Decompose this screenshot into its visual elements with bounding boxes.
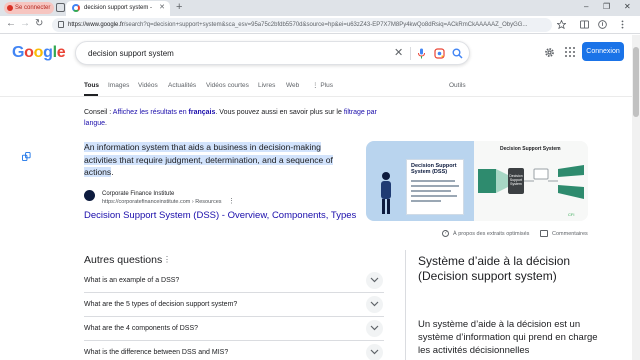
tab-videos[interactable]: Vidéos [138, 81, 158, 90]
image-info-card: Decision Support System (DSS) [406, 159, 464, 215]
search-box[interactable]: decision support system ✕ [75, 41, 470, 65]
site-info-icon[interactable] [58, 21, 64, 28]
chevron-down-icon[interactable] [366, 296, 383, 313]
paa-question[interactable]: What is an example of a DSS? [84, 269, 384, 293]
paa-question[interactable]: What is the difference between DSS and M… [84, 341, 384, 360]
search-divider [410, 47, 411, 60]
chevron-down-icon[interactable] [366, 320, 383, 337]
tab-short-videos[interactable]: Vidéos courtes [206, 81, 249, 90]
tab-all[interactable]: Tous [84, 81, 99, 90]
browser-tab[interactable]: decision support system - Recherche Goog… [66, 1, 170, 16]
reload-icon[interactable]: ↻ [35, 18, 43, 29]
feedback-link[interactable]: Commentaires [552, 230, 588, 238]
browser-toolbar: ← → ↻ https://www.google.fr/search?q=dec… [0, 16, 640, 34]
google-lens-icon[interactable] [434, 48, 445, 59]
maximize-icon[interactable]: ❐ [603, 2, 610, 11]
featured-answer: An information system that aids a busine… [84, 142, 333, 177]
login-button[interactable]: Connexion [582, 42, 624, 61]
result-title-link[interactable]: Decision Support System (DSS) - Overview… [84, 209, 356, 222]
tab-images[interactable]: Images [108, 81, 129, 90]
settings-gear-icon[interactable] [544, 47, 555, 58]
google-apps-icon[interactable] [565, 47, 575, 57]
about-snippets-link[interactable]: À propos des extraits optimisés [453, 230, 529, 238]
microphone-icon[interactable] [417, 48, 426, 59]
feedback-icon[interactable] [540, 230, 548, 237]
new-tab-icon[interactable]: + [176, 1, 182, 13]
featured-snippet-icon [22, 152, 31, 161]
paa-question[interactable]: What are the 4 components of DSS? [84, 317, 384, 341]
tab-more[interactable]: ⋮ Plus [312, 81, 333, 90]
about-icon[interactable]: ? [442, 230, 449, 237]
search-input[interactable]: decision support system [88, 48, 174, 59]
profile-alert-icon [7, 5, 13, 11]
back-icon[interactable]: ← [6, 18, 16, 29]
paa-menu-icon[interactable]: ⋮ [163, 254, 171, 266]
knowledge-panel-description: Un système d’aide à la décision est un s… [418, 319, 598, 356]
downloads-icon[interactable] [598, 20, 607, 29]
tab-web[interactable]: Web [286, 81, 299, 90]
page-scrollbar[interactable] [632, 35, 640, 360]
active-tab-indicator [84, 94, 98, 96]
page-viewport: Google decision support system ✕ Connexi… [0, 35, 640, 360]
profile-button[interactable]: Se connecter [4, 2, 55, 14]
browser-tab-bar: Se connecter decision support system - R… [0, 0, 640, 16]
person-illustration [381, 172, 391, 214]
source-name[interactable]: Corporate Finance Institute [102, 190, 174, 198]
dss-diagram [478, 165, 584, 199]
tab-title: decision support system - Recherche Goog… [84, 5, 154, 11]
image-right-panel: Decision Support System Decision Support… [474, 141, 588, 221]
search-tabs: Tous Images Vidéos Actualités Vidéos cou… [0, 77, 632, 97]
show-french-results-link[interactable]: Affichez les résultats en français [113, 109, 216, 116]
split-view-icon[interactable] [580, 20, 589, 29]
knowledge-panel-title: Système d’aide à la décision (Decision s… [418, 254, 571, 283]
tools-button[interactable]: Outils [449, 81, 466, 90]
bookmark-star-icon[interactable] [557, 20, 566, 29]
address-bar[interactable]: https://www.google.fr/search?q=decision+… [52, 18, 552, 32]
source-menu-icon[interactable]: ⋮ [228, 198, 235, 206]
tab-close-icon[interactable]: ✕ [159, 3, 165, 11]
image-brand: CFI [568, 212, 575, 217]
forward-icon[interactable]: → [20, 18, 30, 29]
chevron-down-icon[interactable] [366, 344, 383, 360]
google-logo[interactable]: Google [12, 44, 66, 62]
window-close-icon[interactable]: ✕ [624, 2, 631, 11]
chevron-down-icon[interactable] [366, 272, 383, 289]
browser-menu-icon[interactable] [618, 20, 627, 29]
knowledge-panel-divider [405, 250, 406, 360]
profile-label: Se connecter [15, 5, 51, 11]
dss-center-box: Decision Support System [508, 168, 524, 194]
featured-image[interactable]: Decision Support System (DSS) Decision S… [366, 141, 588, 221]
language-tip: Conseil : Affichez les résultats en fran… [84, 109, 377, 127]
tab-news[interactable]: Actualités [168, 81, 196, 90]
more-icon: ⋮ [312, 82, 319, 89]
minimize-icon[interactable]: – [584, 2, 588, 11]
source-favicon-icon [84, 190, 95, 201]
clear-icon[interactable]: ✕ [394, 46, 403, 59]
source-url[interactable]: https://corporatefinanceinstitute.com › … [102, 198, 222, 206]
people-also-ask-title: Autres questions [84, 254, 163, 266]
scrollbar-thumb[interactable] [633, 47, 639, 117]
tab-actions-icon[interactable] [56, 3, 65, 12]
image-left-panel: Decision Support System (DSS) [366, 141, 474, 221]
address-url: https://www.google.fr/search?q=decision+… [68, 22, 528, 28]
paa-question[interactable]: What are the 5 types of decision support… [84, 293, 384, 317]
tab-books[interactable]: Livres [258, 81, 275, 90]
google-favicon-icon [72, 4, 80, 12]
search-icon[interactable] [452, 48, 463, 59]
snippet-feedback-row: ? À propos des extraits optimisés Commen… [440, 229, 590, 239]
